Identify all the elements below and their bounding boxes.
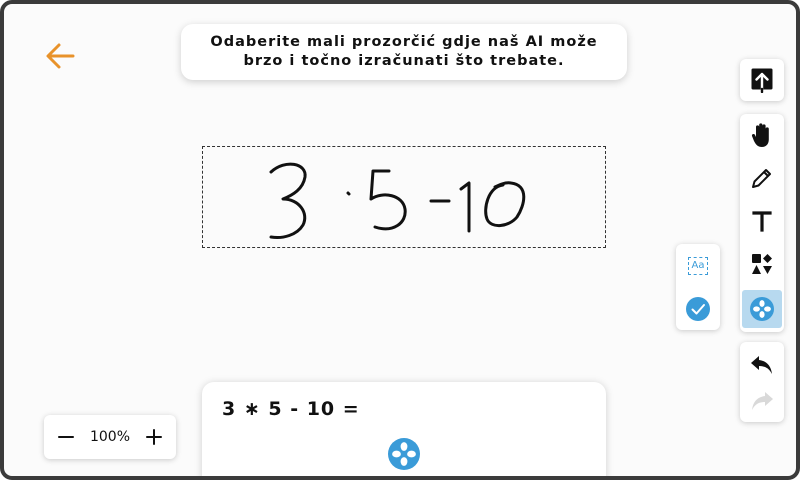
tool-palette bbox=[740, 114, 784, 332]
ai-solver-icon bbox=[750, 297, 774, 321]
zoom-control: 100% bbox=[44, 415, 176, 459]
confirm-button[interactable] bbox=[676, 290, 720, 328]
back-button[interactable] bbox=[38, 36, 82, 76]
text-recognition-button[interactable]: Aa bbox=[676, 247, 720, 285]
text-tool[interactable] bbox=[742, 202, 782, 240]
zoom-out-button[interactable] bbox=[54, 425, 78, 449]
arrow-left-icon bbox=[46, 43, 75, 69]
ai-options-palette: Aa bbox=[676, 244, 720, 330]
upload-button[interactable] bbox=[740, 59, 784, 101]
pencil-tool[interactable] bbox=[742, 159, 782, 197]
undo-icon bbox=[751, 356, 772, 374]
check-icon bbox=[686, 297, 710, 321]
instruction-banner: Odaberite mali prozorčić gdje naš AI mož… bbox=[181, 24, 627, 80]
ai-solver-icon[interactable] bbox=[387, 437, 421, 471]
shapes-icon bbox=[752, 254, 772, 274]
hand-icon bbox=[751, 123, 769, 147]
app-window: Odaberite mali prozorčić gdje naš AI mož… bbox=[0, 0, 800, 480]
redo-button[interactable] bbox=[742, 382, 782, 420]
instruction-line-2: brzo i točno izračunati što trebate. bbox=[243, 53, 565, 69]
plus-icon bbox=[146, 429, 162, 445]
redo-icon bbox=[752, 392, 773, 410]
text-icon bbox=[752, 211, 772, 232]
zoom-level: 100% bbox=[89, 429, 131, 445]
minus-icon bbox=[58, 436, 74, 438]
text-recognition-label: Aa bbox=[688, 257, 708, 275]
selection-window[interactable] bbox=[202, 146, 606, 248]
upload-icon bbox=[751, 68, 773, 93]
ai-solver-tool[interactable] bbox=[742, 290, 782, 328]
hand-tool[interactable] bbox=[742, 116, 782, 154]
result-panel: 3 ∗ 5 - 10 = bbox=[202, 382, 606, 476]
instruction-line-1: Odaberite mali prozorčić gdje naš AI mož… bbox=[210, 34, 598, 50]
zoom-in-button[interactable] bbox=[142, 425, 166, 449]
history-palette bbox=[740, 342, 784, 422]
recognized-expression: 3 ∗ 5 - 10 = bbox=[222, 398, 360, 420]
pencil-icon bbox=[752, 169, 771, 188]
undo-button[interactable] bbox=[742, 346, 782, 384]
shapes-tool[interactable] bbox=[742, 245, 782, 283]
handwritten-expression bbox=[269, 162, 526, 239]
